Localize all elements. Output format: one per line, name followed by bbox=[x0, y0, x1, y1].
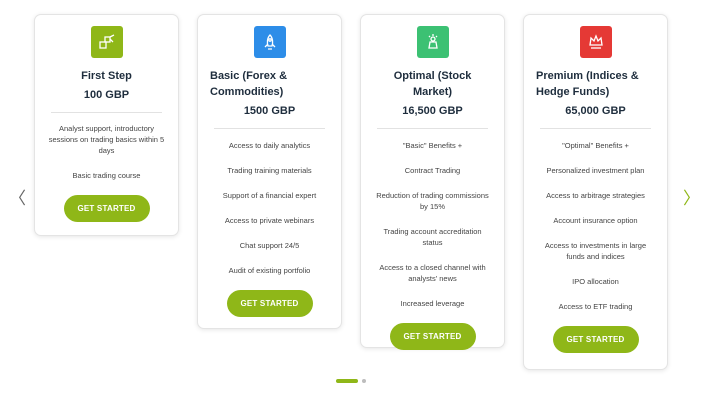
plan-card-premium: Premium (Indices & Hedge Funds) 65,000 G… bbox=[523, 14, 668, 370]
feature-list: Analyst support, introductory sessions o… bbox=[47, 123, 166, 181]
feature-list: "Basic" Benefits + Contract Trading Redu… bbox=[373, 140, 492, 309]
crown-icon bbox=[579, 26, 612, 58]
pagination-dot-active[interactable] bbox=[336, 379, 358, 383]
plan-price: 65,000 GBP bbox=[565, 105, 626, 117]
feature-item: Contract Trading bbox=[404, 166, 461, 175]
medal-icon bbox=[416, 26, 449, 58]
get-started-button[interactable]: GET STARTED bbox=[552, 326, 639, 353]
feature-item: Account insurance option bbox=[553, 216, 638, 225]
feature-item: Access to a closed channel with analysts… bbox=[379, 263, 486, 283]
feature-item: Increased leverage bbox=[400, 299, 465, 308]
plan-card-basic: Basic (Forex & Commodities) 1500 GBP Acc… bbox=[197, 14, 342, 329]
feature-item: Access to investments in large funds and… bbox=[544, 241, 647, 261]
plan-title: Basic (Forex & Commodities) bbox=[210, 70, 288, 98]
get-started-button[interactable]: GET STARTED bbox=[226, 290, 313, 317]
plan-card-first-step: First Step 100 GBP Analyst support, intr… bbox=[34, 14, 179, 236]
feature-item: Personalized investment plan bbox=[546, 166, 645, 175]
feature-item: Basic trading course bbox=[72, 171, 141, 180]
feature-item: Trading training materials bbox=[227, 166, 312, 175]
feature-item: Access to ETF trading bbox=[558, 302, 633, 311]
feature-item: Reduction of trading commissions by 15% bbox=[376, 191, 489, 211]
feature-item: Support of a financial expert bbox=[222, 191, 317, 200]
plan-title: Optimal (Stock Market) bbox=[393, 70, 472, 98]
plan-price: 16,500 GBP bbox=[402, 105, 463, 117]
get-started-button[interactable]: GET STARTED bbox=[63, 195, 150, 222]
feature-item: "Optimal" Benefits + bbox=[562, 141, 629, 150]
feature-item: "Basic" Benefits + bbox=[402, 141, 463, 150]
carousel-pagination bbox=[336, 379, 366, 383]
feature-item: Access to private webinars bbox=[224, 216, 315, 225]
plan-price: 100 GBP bbox=[83, 89, 130, 101]
divider bbox=[540, 128, 651, 129]
feature-list: "Optimal" Benefits + Personalized invest… bbox=[536, 140, 655, 312]
feature-item: IPO allocation bbox=[572, 277, 619, 286]
plan-card-optimal: Optimal (Stock Market) 16,500 GBP "Basic… bbox=[360, 14, 505, 350]
chevron-right-icon[interactable]: 〉 bbox=[683, 189, 700, 209]
divider bbox=[51, 112, 162, 113]
divider bbox=[377, 128, 488, 129]
chevron-left-icon[interactable]: 〈 bbox=[9, 189, 26, 209]
plan-title: First Step bbox=[81, 70, 132, 82]
pagination-dot[interactable] bbox=[362, 379, 366, 383]
divider bbox=[214, 128, 325, 129]
feature-item: Chat support 24/5 bbox=[239, 241, 300, 250]
feature-item: Access to arbitrage strategies bbox=[546, 191, 645, 200]
steps-icon bbox=[90, 26, 123, 58]
get-started-button[interactable]: GET STARTED bbox=[389, 323, 476, 350]
plan-price: 1500 GBP bbox=[243, 105, 296, 117]
feature-item: Analyst support, introductory sessions o… bbox=[48, 124, 165, 155]
rocket-icon bbox=[253, 26, 286, 58]
feature-item: Access to daily analytics bbox=[228, 141, 311, 150]
feature-list: Access to daily analytics Trading traini… bbox=[210, 140, 329, 276]
plan-title: Premium (Indices & Hedge Funds) bbox=[536, 70, 639, 98]
feature-item: Audit of existing portfolio bbox=[228, 266, 311, 275]
feature-item: Trading account accreditation status bbox=[383, 227, 482, 247]
